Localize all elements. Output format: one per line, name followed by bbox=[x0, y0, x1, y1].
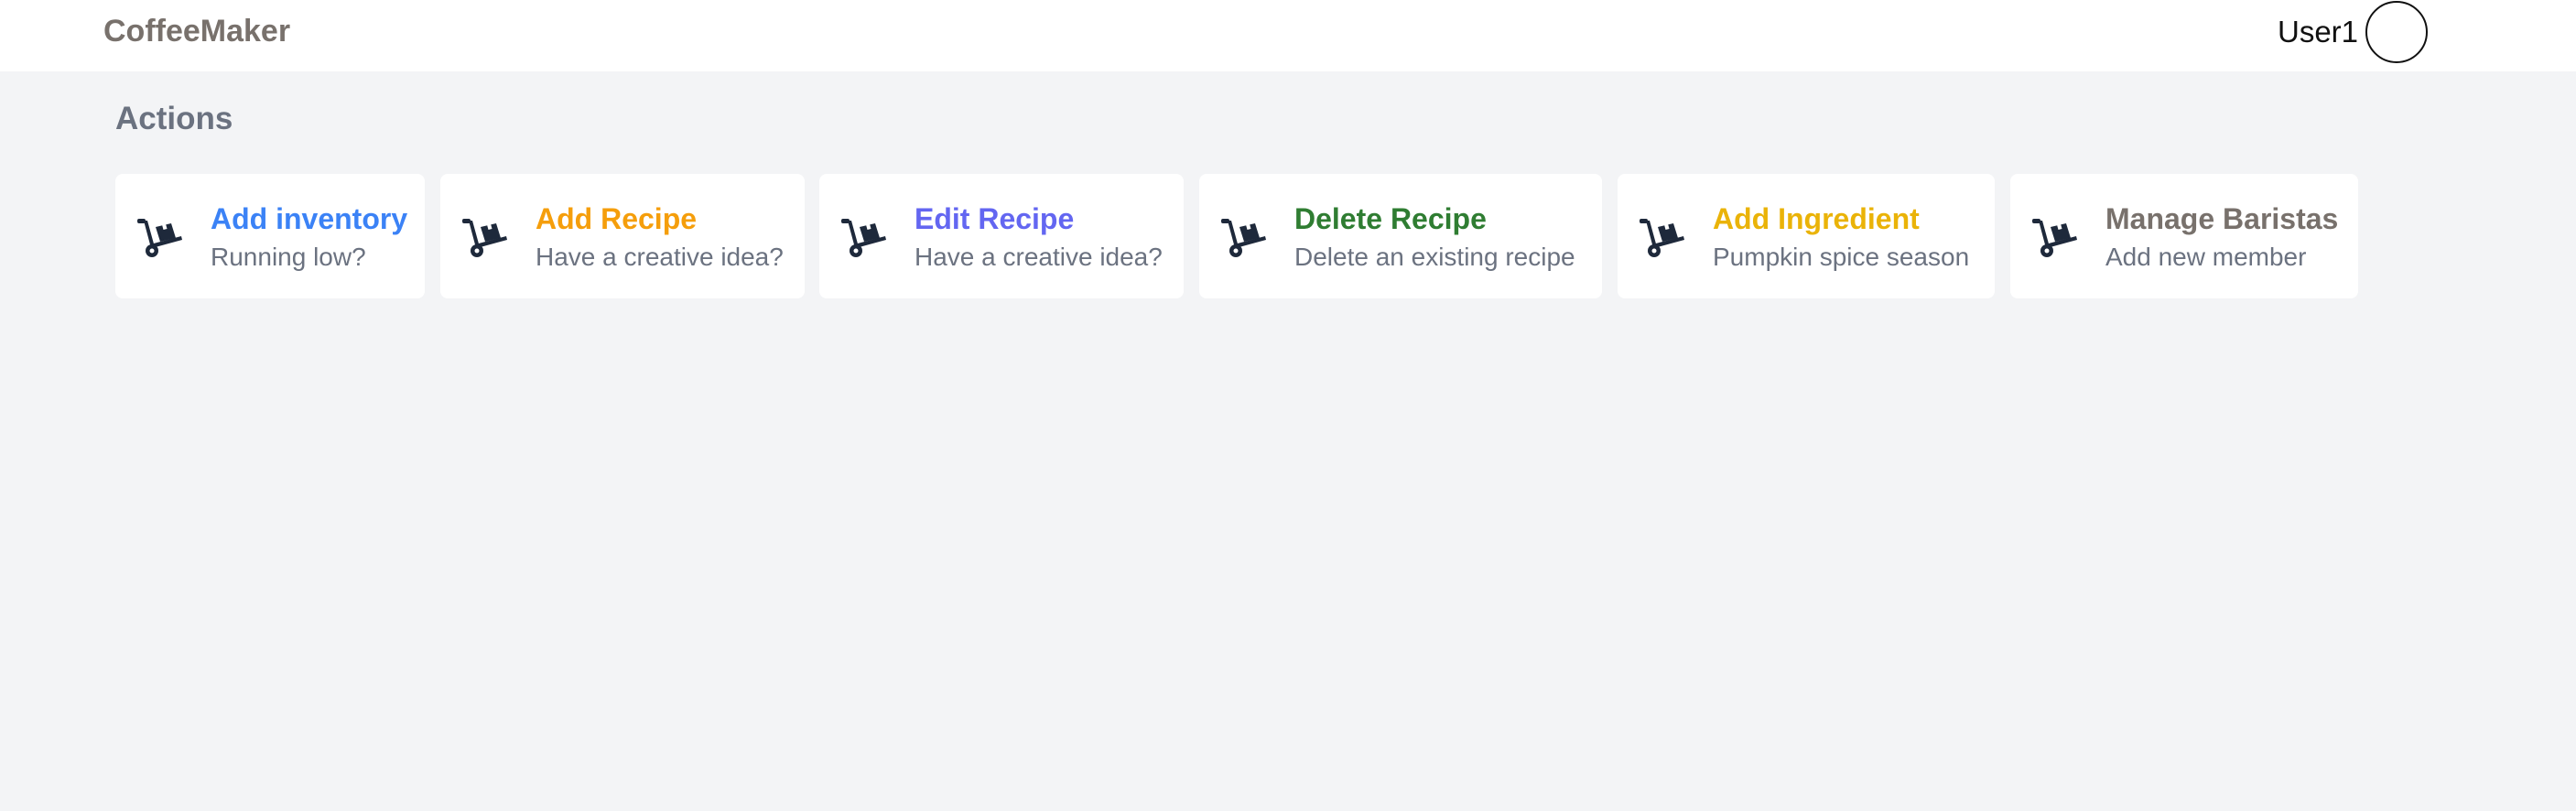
user-avatar[interactable] bbox=[2365, 1, 2428, 63]
card-subtitle: Delete an existing recipe bbox=[1294, 243, 1575, 271]
section-title: Actions bbox=[115, 101, 233, 136]
card-title: Add inventory bbox=[211, 202, 408, 235]
card-title: Delete Recipe bbox=[1294, 202, 1487, 235]
hand-truck-icon bbox=[135, 212, 185, 262]
hand-truck-icon bbox=[2030, 212, 2080, 262]
card-subtitle: Running low? bbox=[211, 243, 366, 271]
delete-recipe-card[interactable]: Delete Recipe Delete an existing recipe bbox=[1199, 174, 1602, 298]
hand-truck-icon bbox=[839, 212, 889, 262]
user-name[interactable]: User1 bbox=[2278, 14, 2358, 50]
card-subtitle: Have a creative idea? bbox=[536, 243, 784, 271]
hand-truck-icon bbox=[1219, 212, 1269, 262]
card-title: Add Ingredient bbox=[1713, 202, 1920, 235]
card-subtitle: Have a creative idea? bbox=[915, 243, 1163, 271]
top-navigation-bar: CoffeeMaker User1 bbox=[0, 0, 2576, 71]
hand-truck-icon bbox=[1638, 212, 1687, 262]
edit-recipe-card[interactable]: Edit Recipe Have a creative idea? bbox=[819, 174, 1184, 298]
hand-truck-icon bbox=[460, 212, 510, 262]
card-subtitle: Add new member bbox=[2105, 243, 2307, 271]
card-title: Manage Baristas bbox=[2105, 202, 2339, 235]
add-ingredient-card[interactable]: Add Ingredient Pumpkin spice season bbox=[1618, 174, 1995, 298]
add-recipe-card[interactable]: Add Recipe Have a creative idea? bbox=[440, 174, 805, 298]
card-subtitle: Pumpkin spice season bbox=[1713, 243, 1970, 271]
card-title: Add Recipe bbox=[536, 202, 698, 235]
add-inventory-card[interactable]: Add inventory Running low? bbox=[115, 174, 425, 298]
brand-logo[interactable]: CoffeeMaker bbox=[103, 13, 290, 49]
manage-baristas-card[interactable]: Manage Baristas Add new member bbox=[2010, 174, 2358, 298]
card-title: Edit Recipe bbox=[915, 202, 1075, 235]
